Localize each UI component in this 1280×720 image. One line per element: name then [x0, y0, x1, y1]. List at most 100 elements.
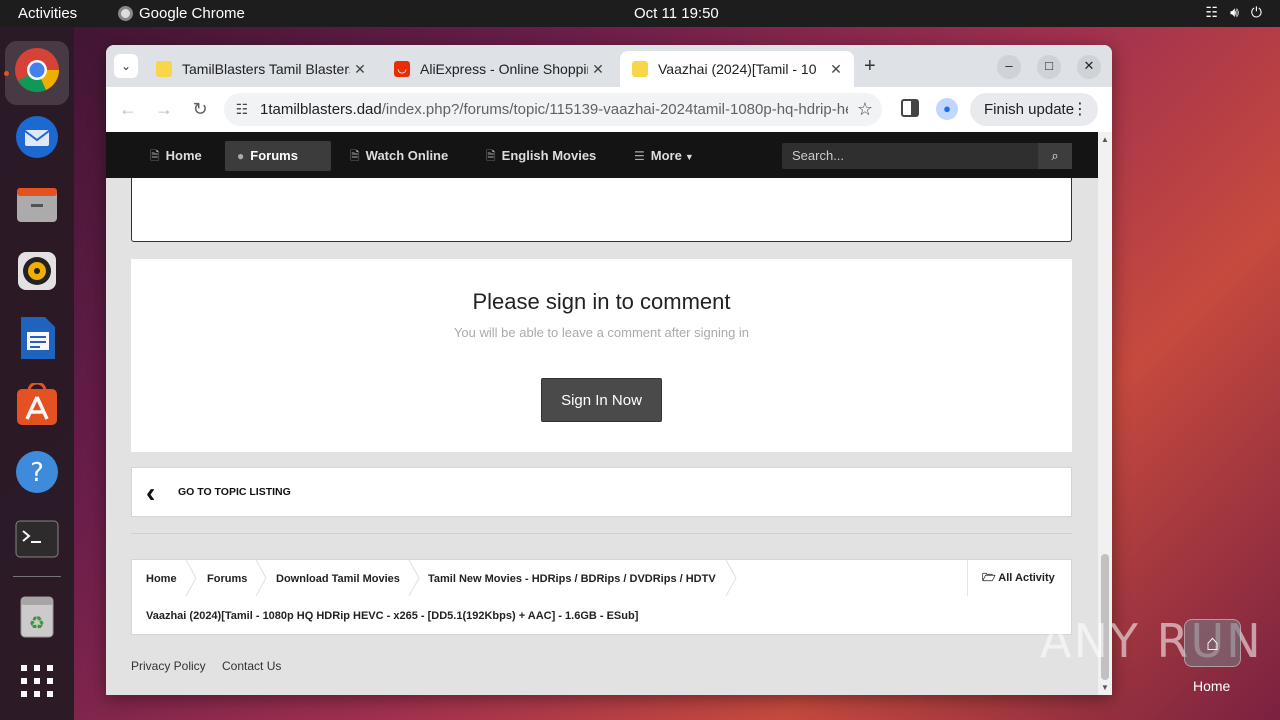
search-button[interactable]: ⌕ — [1038, 143, 1072, 169]
all-activity-link[interactable]: 🗁 All Activity — [967, 560, 1073, 596]
dock-chrome[interactable] — [13, 46, 61, 94]
arrow-left-icon: ← — [119, 99, 137, 119]
back-button[interactable]: ← — [116, 97, 140, 121]
dock: ? ♻ — [0, 27, 74, 720]
site-navbar: 🗎 Home ● Forums 🗎 Watch Online 🗎 English Mov… — [106, 132, 1098, 178]
signin-heading: Please sign in to comment — [472, 289, 731, 314]
breadcrumb-current-topic: Vaazhai (2024)[Tamil - 1080p HQ HDRip HE… — [146, 610, 639, 622]
menu-icon: ☰ — [634, 149, 645, 163]
close-icon[interactable]: ✕ — [826, 61, 846, 78]
caret-down-icon: ▼ — [684, 152, 694, 162]
nav-english-movies[interactable]: 🗎 English Movies — [474, 141, 608, 171]
dock-thunderbird[interactable] — [13, 113, 61, 161]
dock-writer[interactable] — [13, 314, 61, 362]
dock-files[interactable] — [13, 180, 61, 228]
maximize-icon: □ — [1045, 58, 1053, 73]
side-panel-icon[interactable] — [901, 99, 919, 117]
post-content-box — [131, 178, 1072, 242]
nav-forums[interactable]: ● Forums — [225, 141, 331, 171]
rhythmbox-icon — [18, 252, 56, 290]
minimize-button[interactable]: – — [997, 55, 1021, 79]
page-viewport: 🗎 Home ● Forums 🗎 Watch Online 🗎 English Mov… — [106, 132, 1098, 695]
reload-button[interactable]: ↻ — [188, 97, 212, 121]
page-scrollbar[interactable]: ▲ ▼ — [1098, 132, 1112, 695]
home-folder-label: Home — [1193, 678, 1231, 694]
divider — [131, 533, 1072, 534]
close-window-button[interactable]: ✕ — [1077, 55, 1101, 79]
help-icon: ? — [16, 451, 58, 493]
search-placeholder: Search... — [792, 148, 845, 163]
scroll-down-icon[interactable]: ▼ — [1101, 683, 1109, 692]
nav-label: English Movies — [501, 148, 597, 163]
folder-open-icon: 🗁 — [982, 572, 996, 584]
nav-watch-online[interactable]: 🗎 Watch Online — [338, 141, 460, 171]
new-tab-button[interactable]: + — [864, 55, 876, 78]
dock-separator — [13, 576, 61, 577]
url-text[interactable]: 1tamilblasters.dad/index.php?/forums/top… — [260, 101, 848, 118]
finish-update-label: Finish update — [984, 101, 1075, 118]
reload-icon: ↻ — [192, 99, 208, 119]
dock-help[interactable]: ? — [13, 448, 61, 496]
tab-aliexpress[interactable]: ◡ AliExpress - Online Shopping ✕ — [382, 51, 616, 87]
site-search-input[interactable]: Search... ⌕ — [782, 143, 1072, 169]
sign-in-button[interactable]: Sign In Now — [541, 378, 662, 422]
activities-button[interactable]: Activities — [18, 5, 77, 22]
close-icon[interactable]: ✕ — [350, 61, 370, 78]
kebab-menu-icon[interactable]: ⋮ — [1072, 93, 1088, 126]
forward-button[interactable]: → — [152, 97, 176, 121]
tab-vaazhai[interactable]: Vaazhai (2024)[Tamil - 10 ✕ — [620, 51, 854, 87]
breadcrumb-home[interactable]: Home — [146, 573, 177, 585]
files-icon — [17, 188, 57, 222]
breadcrumb-forums[interactable]: Forums — [207, 573, 247, 585]
go-to-topic-listing[interactable]: ‹ GO TO TOPIC LISTING — [131, 467, 1072, 517]
volume-icon: 🔊︎ — [1230, 4, 1239, 20]
bookmark-star-icon[interactable]: ☆ — [848, 99, 882, 120]
profile-avatar-icon[interactable]: ● — [936, 98, 958, 120]
close-icon: ✕ — [1083, 58, 1095, 73]
signin-subtext: You will be able to leave a comment afte… — [453, 325, 750, 340]
breadcrumb: Home Forums Download Tamil Movies Tamil … — [131, 559, 1072, 635]
all-activity-label: All Activity — [998, 572, 1055, 584]
site-info-icon[interactable]: ☷ — [224, 101, 260, 118]
trash-icon: ♻ — [20, 596, 54, 638]
maximize-button[interactable]: □ — [1037, 55, 1061, 79]
tab-tamilblasters[interactable]: TamilBlasters Tamil Blasters ✕ — [144, 51, 378, 87]
system-top-bar: Activities Google Chrome Oct 11 19:50 ☷ … — [0, 0, 1280, 27]
breadcrumb-download-tamil-movies[interactable]: Download Tamil Movies — [276, 573, 400, 585]
svg-text:?: ? — [30, 458, 44, 488]
power-icon: ⏻ — [1250, 4, 1262, 20]
chevron-down-icon: ⌄ — [120, 59, 132, 73]
chrome-icon — [15, 48, 59, 92]
tab-title: AliExpress - Online Shopping — [420, 61, 588, 77]
nav-home[interactable]: 🗎 Home — [138, 141, 214, 171]
scroll-up-icon[interactable]: ▲ — [1101, 135, 1109, 144]
system-tray[interactable]: ☷ 🔊︎ ⏻ — [1206, 4, 1262, 21]
finish-update-button[interactable]: Finish update ⋮ — [970, 93, 1098, 126]
breadcrumb-tamil-new-movies[interactable]: Tamil New Movies - HDRips / BDRips / DVD… — [428, 573, 716, 585]
dock-rhythmbox[interactable] — [13, 247, 61, 295]
nav-label: Forums — [250, 148, 298, 163]
close-icon[interactable]: ✕ — [588, 61, 608, 78]
tab-search-button[interactable]: ⌄ — [114, 54, 138, 78]
aliexpress-icon: ◡ — [394, 61, 410, 77]
document-icon: 🗎 — [486, 149, 496, 163]
dock-app-center[interactable] — [13, 381, 61, 429]
address-bar[interactable]: ☷ 1tamilblasters.dad/index.php?/forums/t… — [224, 93, 882, 126]
contact-us-link[interactable]: Contact Us — [222, 659, 281, 673]
tab-favicon-icon — [632, 61, 648, 77]
home-folder-icon[interactable]: ⌂ — [1184, 619, 1241, 667]
plus-icon: + — [864, 55, 876, 77]
privacy-policy-link[interactable]: Privacy Policy — [131, 659, 206, 673]
nav-label: More — [650, 148, 682, 163]
chat-icon: ● — [237, 149, 245, 163]
go-to-topic-label: GO TO TOPIC LISTING — [178, 486, 291, 498]
app-menu[interactable]: Google Chrome — [118, 5, 245, 22]
grid-icon — [21, 665, 53, 697]
clock[interactable]: Oct 11 19:50 — [634, 5, 719, 22]
url-path: /index.php?/forums/topic/115139-vaazhai-… — [381, 101, 848, 118]
dock-trash[interactable]: ♻ — [13, 593, 61, 641]
running-indicator — [4, 71, 9, 76]
dock-terminal[interactable] — [13, 515, 61, 563]
dock-show-apps[interactable] — [13, 657, 61, 705]
nav-more[interactable]: ☰ More ▼ — [622, 141, 706, 171]
